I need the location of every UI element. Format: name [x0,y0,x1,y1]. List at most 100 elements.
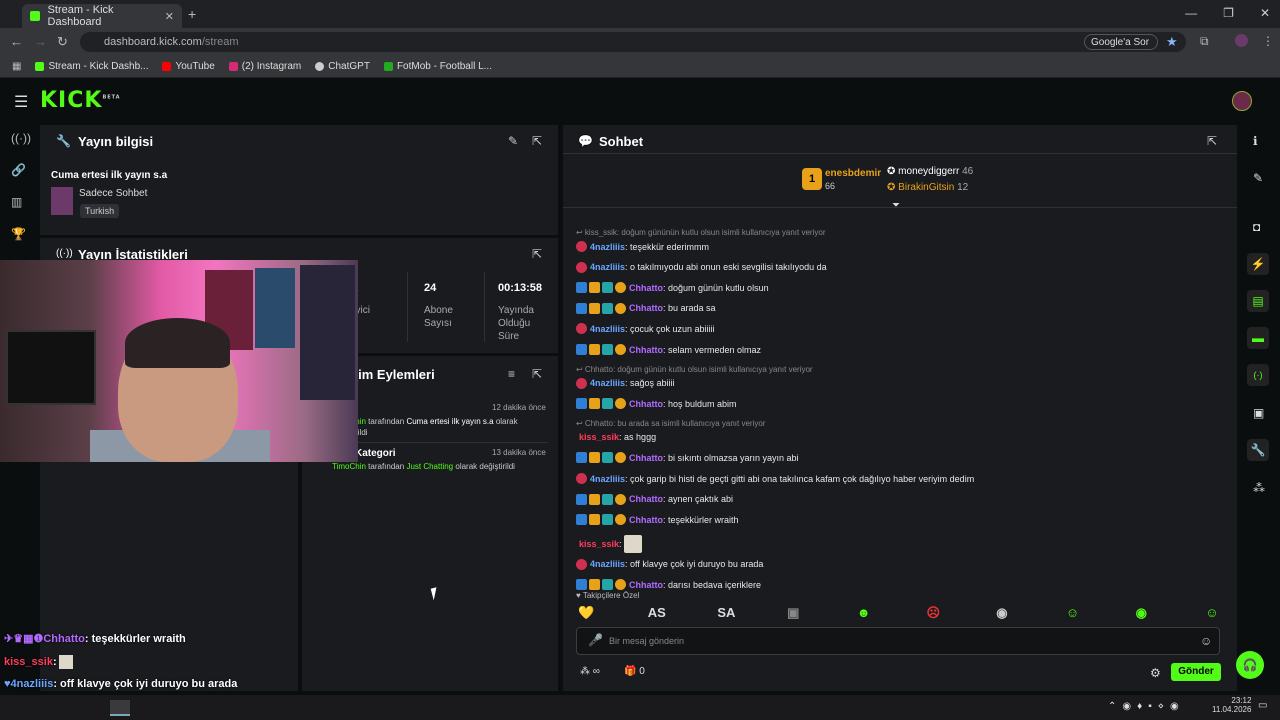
badge-icon [576,579,587,591]
user-badges [576,579,626,591]
category-name[interactable]: Sadece Sohbet [79,188,147,199]
chat-username[interactable]: 4nazliiis [590,474,625,484]
emote-button[interactable]: ☹ [927,605,941,621]
filter-icon[interactable]: ≡ [508,367,515,381]
bookmark-instagram[interactable]: (2) Instagram [228,61,301,72]
chat-username[interactable]: Chhatto [629,453,663,463]
chat-username[interactable]: kiss_ssik [579,432,619,442]
support-headset-icon[interactable]: 🎧 [1236,651,1264,679]
url-field[interactable]: dashboard.kick.com/stream [80,32,1186,52]
chat-username[interactable]: Chhatto [629,345,663,355]
emote-button[interactable]: ◉ [1136,605,1147,621]
pencil-icon[interactable]: ✎ [508,134,518,148]
share-icon[interactable]: ⁂ [1253,481,1265,495]
link-icon[interactable]: 🔗 [11,163,26,177]
restore-icon[interactable]: ❐ [1223,6,1234,20]
document-icon[interactable]: ▤ [1247,290,1269,312]
user-avatar[interactable] [1232,91,1252,111]
badge-icon [589,514,600,526]
scroll-down-icon[interactable]: ⏷ [892,200,900,211]
chat-popout-icon[interactable]: ⇱ [1207,134,1217,148]
bookmark-kick[interactable]: Stream - Kick Dashb... [35,61,148,72]
wrench-icon[interactable]: 🔧 [1247,439,1269,461]
mod-action-heading: Kategori [355,448,396,459]
stats-popout-icon[interactable]: ⇱ [532,247,542,261]
edit-icon[interactable]: ✎ [1253,171,1263,185]
screenshot-icon[interactable]: ◘ [1253,220,1260,234]
menu-dots-icon[interactable]: ⋮ [1262,34,1274,48]
close-window-icon[interactable]: ✕ [1260,6,1270,20]
bookmark-fotmob[interactable]: FotMob - Football L... [383,61,492,72]
emote-button[interactable]: AS [648,605,666,620]
browser-tab[interactable]: Stream - Kick Dashboard ✕ [22,4,182,28]
taskbar-browser-icon[interactable] [110,700,130,716]
badge-icon [589,344,600,355]
badge-icon [602,514,613,526]
chat-username[interactable]: kiss_ssik [579,539,619,549]
user-badges [576,473,587,484]
bookmark-chatgpt[interactable]: ChatGPT [315,61,370,72]
chat-message: kiss_ssik: as hggg [576,432,656,442]
chat-username[interactable]: 4nazliiis [590,378,625,388]
chat-username[interactable]: 4nazliiis [590,242,625,252]
emote-button[interactable]: 💛 [578,605,594,621]
points-indicator[interactable]: ⁂ ∞ [580,666,600,677]
layout-icon[interactable]: ▣ [1253,406,1264,420]
kick-logo[interactable]: KICKBETA [40,88,121,113]
new-tab-button[interactable]: + [188,6,196,22]
emote-button[interactable]: ☺ [1066,605,1079,620]
chat-bubble-small-icon: 💬 [578,134,593,148]
overlay-text: : teşekkürler wraith [84,632,186,645]
emote-button[interactable]: ◉ [996,605,1007,621]
leader-name[interactable]: ✪ BirakinGitsin 12 [887,182,968,193]
forward-icon[interactable]: → [34,34,47,49]
popout-icon[interactable]: ⇱ [532,134,542,148]
analytics-icon[interactable]: ▥ [11,195,22,209]
settings-gear-icon[interactable]: ⚙ [1150,666,1161,680]
emote-button[interactable]: ☻ [857,605,871,620]
chat-username[interactable]: Chhatto [629,494,663,504]
bookmark-youtube[interactable]: YouTube [162,61,215,72]
mic-icon[interactable]: 🎤 [588,633,603,647]
chat-username[interactable]: 4nazliiis [590,559,625,569]
notification-icon[interactable]: ▭ [1258,700,1267,711]
broadcast-icon[interactable]: ((·)) [11,131,31,145]
close-tab-icon[interactable]: ✕ [165,10,174,23]
chat-bubble-icon[interactable]: ▬ [1247,327,1269,349]
chat-text: : aynen çaktık abi [663,494,734,505]
chat-username[interactable]: Chhatto [629,283,663,293]
back-icon[interactable]: ← [10,34,23,49]
user-badges [576,514,626,526]
stat-divider [484,272,485,342]
extensions-icon[interactable]: ⧉ [1200,34,1209,49]
leader-name[interactable]: ✪ moneydiggerr 46 [887,166,973,177]
chat-username[interactable]: Chhatto [629,515,663,525]
google-ask-chip[interactable]: Google'a Sor [1084,34,1158,50]
chat-username[interactable]: Chhatto [629,399,663,409]
bookmark-star-icon[interactable]: ★ [1166,34,1178,50]
emote-button[interactable]: ☺ [1205,605,1218,620]
hamburger-menu-icon[interactable]: ☰ [14,92,28,112]
emote-image [623,534,642,553]
info-icon[interactable]: ℹ [1253,134,1258,148]
chat-username[interactable]: 4nazliiis [590,262,625,272]
lightning-icon[interactable]: ⚡ [1247,253,1269,275]
emote-button[interactable]: ▣ [787,605,799,621]
mod-popout-icon[interactable]: ⇱ [532,367,542,381]
chat-username[interactable]: Chhatto [629,303,663,313]
leader-name[interactable]: enesbdemir [825,168,881,179]
emoji-icon[interactable]: ☺ [1200,634,1212,648]
gift-counter[interactable]: 🎁 0 [624,666,645,677]
reload-icon[interactable]: ↻ [57,34,68,50]
url-host: dashboard.kick.com [104,36,202,48]
apps-grid-icon[interactable]: ▦ [12,61,21,72]
minimize-icon[interactable]: — [1185,6,1197,20]
chat-username[interactable]: 4nazliiis [590,324,625,334]
emote-button[interactable]: SA [717,605,735,620]
profile-avatar[interactable] [1235,34,1248,47]
chat-username[interactable]: Chhatto [629,580,663,590]
live-icon[interactable]: (·) [1247,364,1269,386]
send-button[interactable]: Gönder [1171,663,1221,681]
chat-input-placeholder: Bir mesaj gönderin [609,636,685,646]
trophy-icon[interactable]: 🏆 [11,227,26,241]
